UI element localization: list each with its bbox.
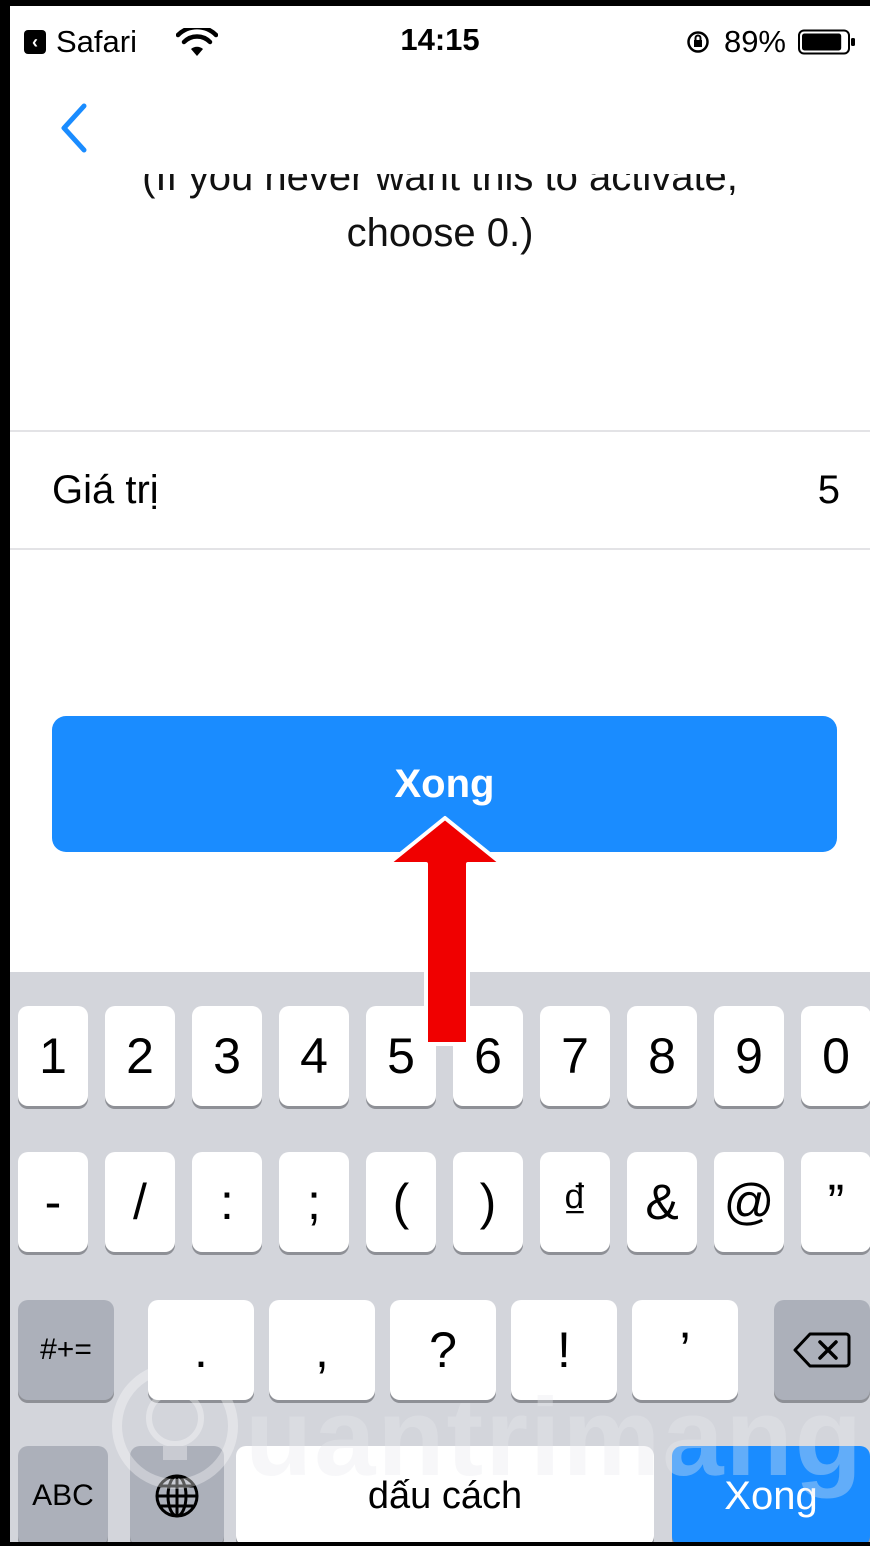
status-right-group: 89% (686, 24, 856, 60)
value-label: Giá trị (52, 467, 159, 512)
done-button[interactable]: Xong (52, 716, 837, 852)
key-4[interactable]: 4 (279, 1006, 349, 1106)
key-8[interactable]: 8 (627, 1006, 697, 1106)
description-text: (If you never want this to activate, cho… (50, 174, 830, 262)
key-at[interactable]: @ (714, 1152, 784, 1252)
rotation-lock-icon (687, 31, 709, 53)
numeric-keyboard: 1 2 3 4 5 6 7 8 9 0 - / : ; ( ) ₫ & @ ” … (10, 972, 870, 1542)
key-more-symbols[interactable]: #+= (18, 1300, 114, 1400)
globe-key[interactable] (130, 1446, 224, 1542)
key-9[interactable]: 9 (714, 1006, 784, 1106)
key-exclamation[interactable]: ! (511, 1300, 617, 1400)
value-field[interactable]: 5 (818, 468, 840, 513)
key-comma[interactable]: , (269, 1300, 375, 1400)
globe-icon (155, 1474, 199, 1518)
backspace-icon (793, 1332, 851, 1368)
description-line-1: (If you never want this to activate, (142, 174, 738, 199)
key-3[interactable]: 3 (192, 1006, 262, 1106)
key-5[interactable]: 5 (366, 1006, 436, 1106)
key-semicolon[interactable]: ; (279, 1152, 349, 1252)
key-question[interactable]: ? (390, 1300, 496, 1400)
key-hyphen[interactable]: - (18, 1152, 88, 1252)
key-ampersand[interactable]: & (627, 1152, 697, 1252)
battery-icon (798, 29, 855, 55)
key-dong-sign[interactable]: ₫ (540, 1152, 610, 1252)
battery-percent: 89% (723, 24, 786, 59)
key-close-paren[interactable]: ) (453, 1152, 523, 1252)
key-2[interactable]: 2 (105, 1006, 175, 1106)
key-quote[interactable]: ” (801, 1152, 870, 1252)
screen: ‹ Safari 14:15 89% (If you never want th… (0, 0, 870, 1546)
description-line-2: choose 0.) (346, 211, 534, 255)
key-abc[interactable]: ABC (18, 1446, 108, 1542)
status-bar: ‹ Safari 14:15 89% (10, 6, 870, 74)
space-key[interactable]: dấu cách (236, 1446, 654, 1542)
divider-bottom (10, 548, 870, 550)
key-open-paren[interactable]: ( (366, 1152, 436, 1252)
back-chevron-icon[interactable] (54, 98, 94, 158)
key-slash[interactable]: / (105, 1152, 175, 1252)
return-key[interactable]: Xong (672, 1446, 870, 1542)
key-0[interactable]: 0 (801, 1006, 870, 1106)
value-row[interactable]: Giá trị 5 (10, 432, 870, 548)
key-7[interactable]: 7 (540, 1006, 610, 1106)
key-colon[interactable]: : (192, 1152, 262, 1252)
delete-key[interactable] (774, 1300, 870, 1400)
key-1[interactable]: 1 (18, 1006, 88, 1106)
key-apostrophe[interactable]: ’ (632, 1300, 738, 1400)
key-6[interactable]: 6 (453, 1006, 523, 1106)
key-period[interactable]: . (148, 1300, 254, 1400)
